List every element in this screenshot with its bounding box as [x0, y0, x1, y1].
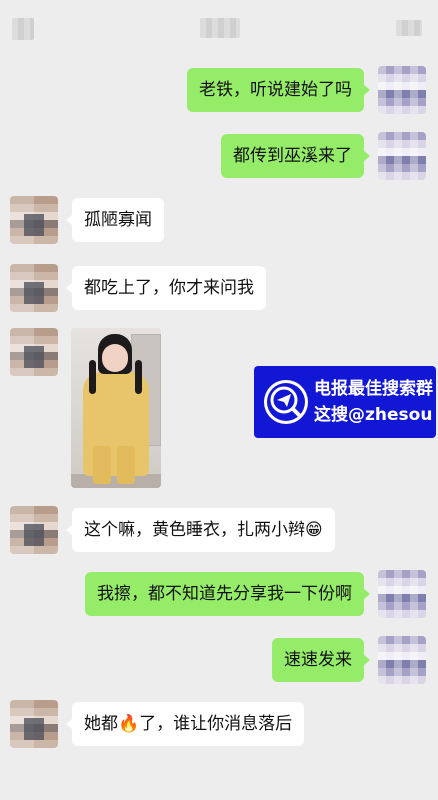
watermark-handle: 这搜@zhesou: [314, 405, 433, 425]
my-avatar[interactable]: [378, 570, 426, 618]
image-message[interactable]: [71, 328, 161, 488]
message-bubble[interactable]: 都传到巫溪来了: [221, 134, 370, 178]
watermark-banner: 电报最佳搜索群 这搜@zhesou: [254, 366, 436, 438]
watermark-title: 电报最佳搜索群: [314, 379, 433, 399]
my-avatar[interactable]: [378, 66, 426, 114]
message-bubble[interactable]: 这个嘛，黄色睡衣，扎两小辫😁: [66, 508, 335, 552]
back-icon-blurred[interactable]: [12, 18, 34, 40]
photo-person-face: [102, 344, 128, 372]
photo-floor: [71, 474, 161, 488]
contact-avatar[interactable]: [10, 700, 58, 748]
contact-avatar[interactable]: [10, 506, 58, 554]
message-bubble[interactable]: 我擦，都不知道先分享我一下份啊: [85, 572, 370, 616]
message-bubble[interactable]: 孤陋寡闻: [66, 198, 164, 242]
photo-braid-right: [135, 360, 142, 394]
photo-person-leg: [117, 446, 135, 484]
contact-avatar[interactable]: [10, 328, 58, 376]
message-bubble[interactable]: 速速发来: [272, 638, 370, 682]
chat-header: [0, 0, 438, 56]
message-bubble[interactable]: 她都🔥了，谁让你消息落后: [65, 702, 305, 746]
more-icon-blurred[interactable]: [396, 20, 422, 36]
photo-person-leg: [93, 446, 111, 484]
message-bubble[interactable]: 老铁，听说建始了吗: [187, 68, 370, 112]
contact-avatar[interactable]: [10, 196, 58, 244]
my-avatar[interactable]: [378, 636, 426, 684]
telegram-search-icon: [264, 380, 308, 424]
contact-avatar[interactable]: [10, 264, 58, 312]
chat-title-blurred: [200, 18, 240, 38]
message-bubble[interactable]: 都吃上了，你才来问我: [66, 266, 266, 310]
my-avatar[interactable]: [378, 132, 426, 180]
photo-braid-left: [89, 360, 96, 394]
